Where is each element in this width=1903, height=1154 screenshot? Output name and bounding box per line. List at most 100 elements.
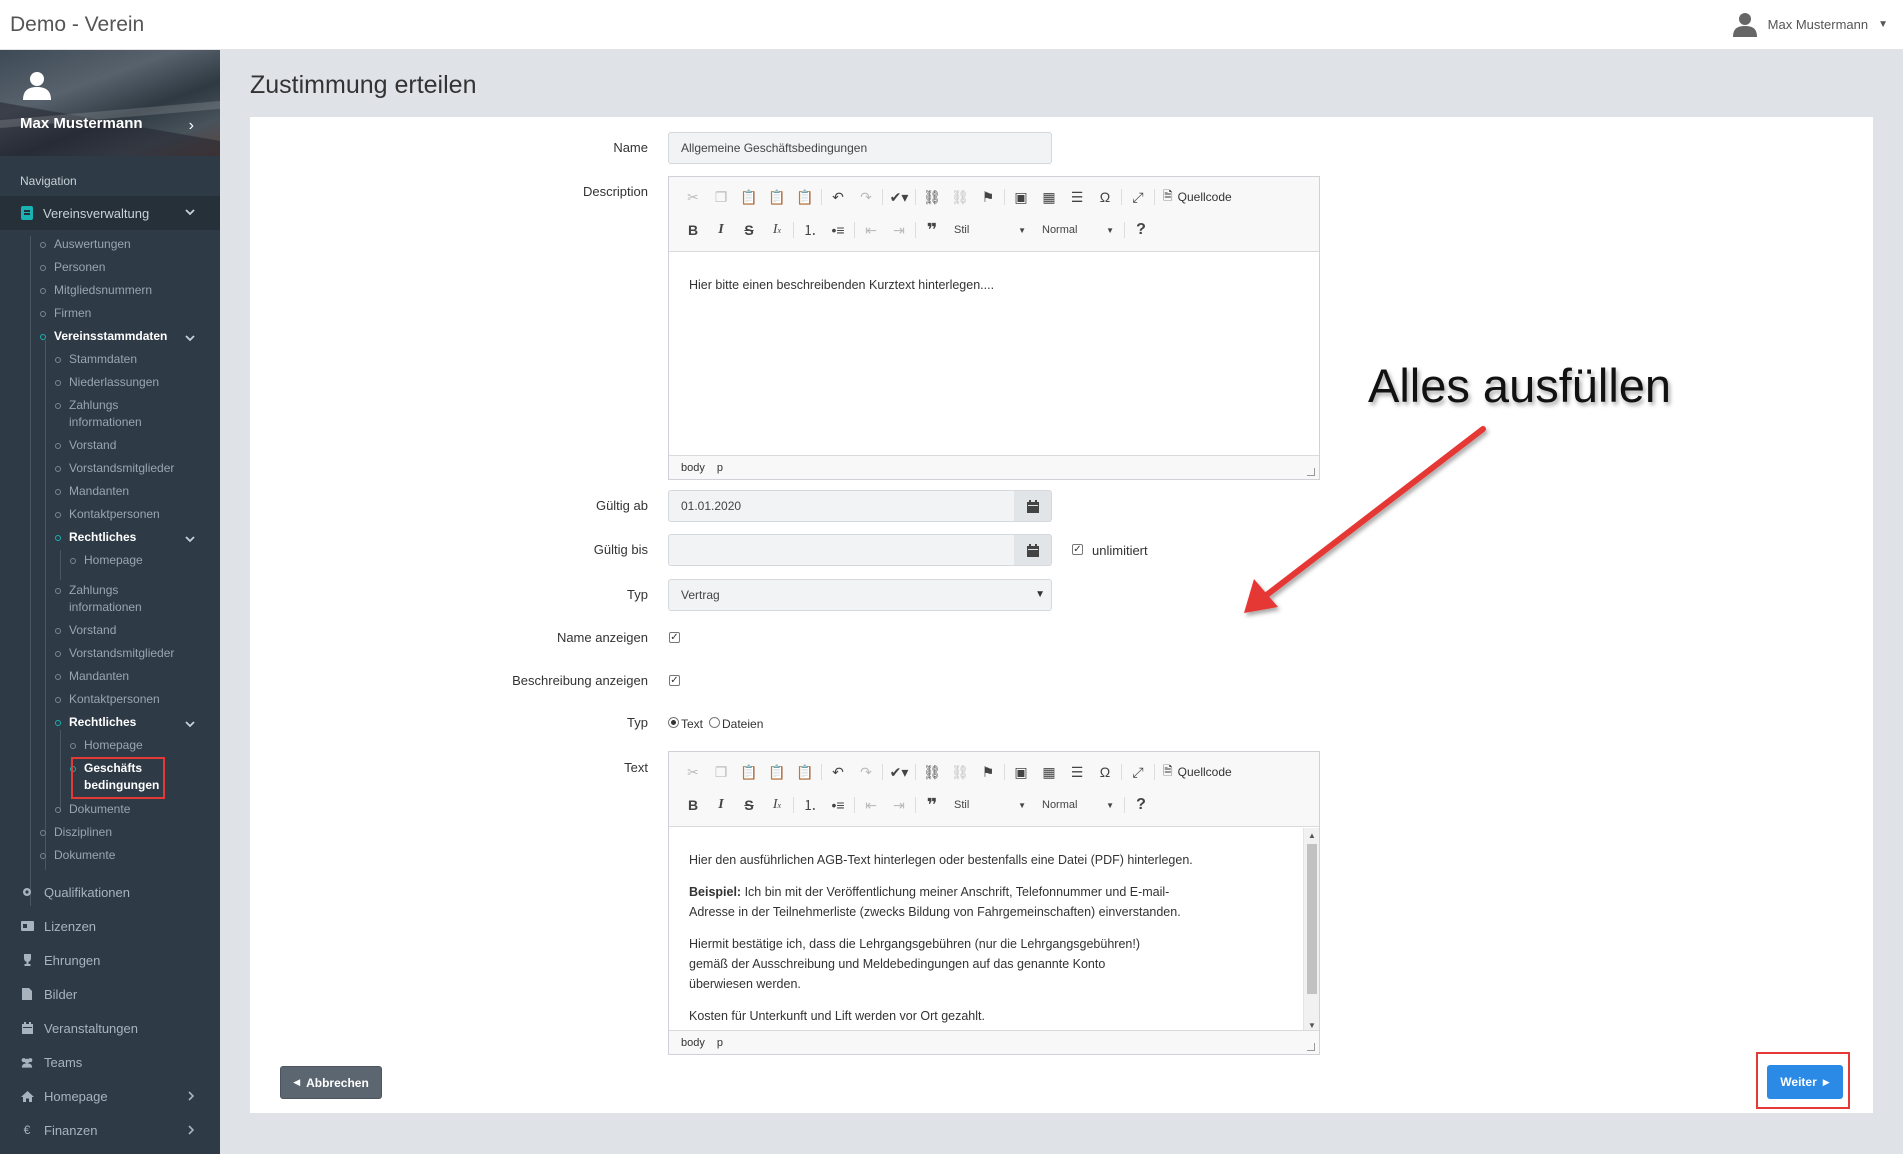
user-menu[interactable]: Max Mustermann ▼	[1732, 11, 1888, 37]
name-anzeigen-checkbox[interactable]: ✓	[669, 632, 680, 643]
italic-icon[interactable]: I	[707, 218, 735, 242]
gueltig-bis-input[interactable]	[668, 534, 1015, 566]
strike-icon[interactable]: S	[735, 793, 763, 817]
tree-item-disziplinen[interactable]: Disziplinen	[40, 824, 112, 841]
spellcheck-icon[interactable]: ✔▾	[885, 760, 913, 784]
text-content[interactable]: Hier den ausführlichen AGB-Text hinterle…	[669, 828, 1319, 1028]
sidebar-item-finanzen[interactable]: € Finanzen	[0, 1113, 220, 1147]
undo-icon[interactable]: ↶	[824, 760, 852, 784]
tree-item-firmen[interactable]: Firmen	[40, 305, 91, 322]
scrollbar[interactable]: ▲ ▼	[1303, 828, 1319, 1032]
table-icon[interactable]: ▦	[1035, 185, 1063, 209]
description-content[interactable]: Hier bitte einen beschreibenden Kurztext…	[669, 253, 1319, 453]
redo-icon[interactable]: ↷	[852, 760, 880, 784]
sidebar-item-homepage[interactable]: Homepage	[0, 1079, 220, 1113]
tree-item-vereinsstammdaten[interactable]: Vereinsstammdaten	[40, 328, 167, 345]
paste-icon[interactable]: 📋	[735, 760, 763, 784]
name-input[interactable]: Allgemeine Geschäftsbedingungen	[668, 132, 1052, 164]
blockquote-icon[interactable]: ❞	[918, 793, 946, 817]
beschreibung-anzeigen-checkbox[interactable]: ✓	[669, 675, 680, 686]
radio-text[interactable]	[668, 717, 679, 728]
link-icon[interactable]: ⛓	[918, 185, 946, 209]
sidebar-item-ehrungen[interactable]: Ehrungen	[0, 943, 220, 977]
maximize-icon[interactable]: ⤢	[1124, 760, 1152, 784]
tree-item-rechtliches[interactable]: Rechtliches	[55, 529, 136, 546]
italic-icon[interactable]: I	[707, 793, 735, 817]
tree-item-stammdaten[interactable]: Stammdaten	[55, 351, 137, 368]
anchor-flag-icon[interactable]: ⚑	[974, 760, 1002, 784]
tree-item-personen[interactable]: Personen	[40, 259, 105, 276]
table-icon[interactable]: ▦	[1035, 760, 1063, 784]
indent-icon[interactable]: ⇥	[885, 793, 913, 817]
tree-item-niederlassungen[interactable]: Niederlassungen	[55, 374, 159, 391]
next-button[interactable]: Weiter ▶	[1767, 1065, 1843, 1099]
paste-word-icon[interactable]: 📋	[791, 185, 819, 209]
indent-icon[interactable]: ⇥	[885, 218, 913, 242]
numbered-list-icon[interactable]: ⒈	[796, 793, 824, 817]
sidebar-item-bilder[interactable]: Bilder	[0, 977, 220, 1011]
sidebar-group-vereinsverwaltung[interactable]: Vereinsverwaltung	[0, 196, 220, 230]
gueltig-ab-input[interactable]: 01.01.2020	[668, 490, 1015, 522]
paste-word-icon[interactable]: 📋	[791, 760, 819, 784]
cut-icon[interactable]: ✂	[679, 760, 707, 784]
copy-icon[interactable]: ❐	[707, 185, 735, 209]
paste-icon[interactable]: 📋	[735, 185, 763, 209]
blockquote-icon[interactable]: ❞	[918, 218, 946, 242]
sidebar-item-lizenzen[interactable]: Lizenzen	[0, 909, 220, 943]
sidebar-item-veranstaltungen[interactable]: Veranstaltungen	[0, 1011, 220, 1045]
tree-item-kontaktpersonen[interactable]: Kontaktpersonen	[55, 691, 160, 708]
tree-item-homepage[interactable]: Homepage	[70, 737, 143, 754]
spellcheck-icon[interactable]: ✔▾	[885, 185, 913, 209]
maximize-icon[interactable]: ⤢	[1124, 185, 1152, 209]
strike-icon[interactable]: S	[735, 218, 763, 242]
tree-item-dokumente[interactable]: Dokumente	[40, 847, 115, 864]
horizontal-line-icon[interactable]: ☰	[1063, 760, 1091, 784]
outdent-icon[interactable]: ⇤	[857, 793, 885, 817]
tree-item-zahlungsinformationen[interactable]: Zahlungs informationen	[55, 582, 142, 616]
unlink-icon[interactable]: ⛓	[946, 760, 974, 784]
calendar-button[interactable]	[1014, 490, 1052, 522]
link-icon[interactable]: ⛓	[918, 760, 946, 784]
text-editor[interactable]: ✂ ❐ 📋 📋 📋 ↶ ↷ ✔▾ ⛓ ⛓ ⚑ ▣ ▦ ☰ Ω ⤢ 🗎 Quellc…	[668, 751, 1320, 1055]
horizontal-line-icon[interactable]: ☰	[1063, 185, 1091, 209]
path-body[interactable]: body	[681, 1037, 705, 1049]
scroll-up-icon[interactable]: ▲	[1304, 828, 1320, 842]
path-body[interactable]: body	[681, 462, 705, 474]
copy-icon[interactable]: ❐	[707, 760, 735, 784]
tree-item-mandanten[interactable]: Mandanten	[55, 483, 129, 500]
calendar-button[interactable]	[1014, 534, 1052, 566]
unlink-icon[interactable]: ⛓	[946, 185, 974, 209]
sidebar-profile[interactable]: Max Mustermann ›	[0, 50, 220, 156]
style-combo[interactable]: Stil ▼	[948, 220, 1032, 240]
remove-format-icon[interactable]: Ix	[763, 793, 791, 817]
anchor-flag-icon[interactable]: ⚑	[974, 185, 1002, 209]
bulleted-list-icon[interactable]: •≡	[824, 793, 852, 817]
tree-item-vorstand[interactable]: Vorstand	[55, 437, 116, 454]
special-char-icon[interactable]: Ω	[1091, 185, 1119, 209]
path-p[interactable]: p	[717, 1037, 723, 1049]
help-icon[interactable]: ?	[1127, 218, 1155, 242]
radio-dateien[interactable]	[709, 717, 720, 728]
tree-item-kontaktpersonen[interactable]: Kontaktpersonen	[55, 506, 160, 523]
tree-item-rechtliches[interactable]: Rechtliches	[55, 714, 136, 731]
bulleted-list-icon[interactable]: •≡	[824, 218, 852, 242]
tree-item-vorstandsmitglieder[interactable]: Vorstandsmitglieder	[55, 460, 174, 477]
tree-item-auswertungen[interactable]: Auswertungen	[40, 236, 131, 253]
paste-text-icon[interactable]: 📋	[763, 760, 791, 784]
cancel-button[interactable]: ◀ Abbrechen	[280, 1066, 382, 1099]
outdent-icon[interactable]: ⇤	[857, 218, 885, 242]
typ-select[interactable]: Vertrag ▼	[668, 579, 1052, 611]
undo-icon[interactable]: ↶	[824, 185, 852, 209]
source-button[interactable]: 🗎 Quellcode	[1157, 762, 1238, 783]
tree-item-mitgliedsnummern[interactable]: Mitgliedsnummern	[40, 282, 152, 299]
sidebar-item-teams[interactable]: Teams	[0, 1045, 220, 1079]
style-combo[interactable]: Stil ▼	[948, 795, 1032, 815]
tree-item-vorstand[interactable]: Vorstand	[55, 622, 116, 639]
source-button[interactable]: 🗎 Quellcode	[1157, 187, 1238, 208]
scroll-thumb[interactable]	[1307, 844, 1317, 994]
tree-item-dokumente[interactable]: Dokumente	[55, 801, 130, 818]
redo-icon[interactable]: ↷	[852, 185, 880, 209]
numbered-list-icon[interactable]: ⒈	[796, 218, 824, 242]
format-combo[interactable]: Normal ▼	[1036, 220, 1120, 240]
help-icon[interactable]: ?	[1127, 793, 1155, 817]
